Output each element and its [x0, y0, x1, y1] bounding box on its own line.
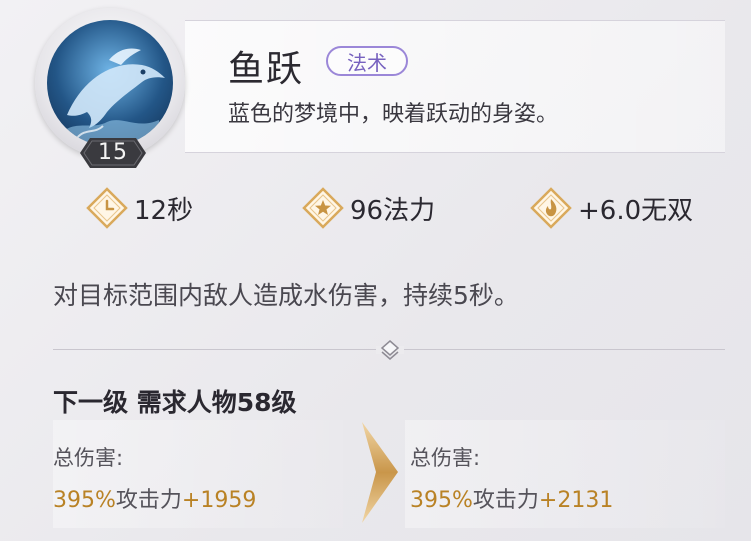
skill-description: 对目标范围内敌人造成水伤害，持续5秒。	[53, 281, 519, 310]
chevron-right-icon	[362, 422, 398, 523]
current-plus: +1959	[181, 488, 257, 513]
next-percent: 395%	[410, 488, 473, 513]
current-damage-label: 总伤害:	[53, 446, 124, 470]
skill-type-tag: 法术	[326, 46, 408, 76]
skill-avatar: 15	[35, 8, 185, 168]
header-top-line	[185, 20, 725, 21]
skill-flavor-text: 蓝色的梦境中，映着跃动的身姿。	[228, 102, 559, 127]
next-plus: +2131	[538, 488, 614, 513]
stat-cooldown-value: 12秒	[134, 195, 194, 226]
star-icon	[302, 187, 344, 229]
current-damage-value: 395%攻击力+1959	[53, 482, 256, 514]
current-percent: 395%	[53, 488, 116, 513]
clock-icon	[86, 187, 128, 229]
next-damage-value: 395%攻击力+2131	[410, 482, 613, 514]
stat-bonus-value: +6.0无双	[578, 195, 694, 226]
stat-mana-value: 96法力	[350, 195, 436, 226]
skill-tooltip-panel: 15 鱼跃 法术 蓝色的梦境中，映着跃动的身姿。 12秒 96法力 +6.0无双…	[0, 0, 751, 541]
diamond-divider-icon	[376, 340, 404, 360]
level-number: 15	[98, 140, 128, 165]
stat-bonus: +6.0无双	[530, 187, 694, 229]
level-badge: 15	[80, 138, 146, 168]
next-damage-label: 总伤害:	[410, 446, 481, 470]
dolphin-icon	[47, 20, 173, 146]
current-attack-label: 攻击力	[115, 488, 182, 513]
next-attack-label: 攻击力	[472, 488, 539, 513]
header-bottom-line	[185, 152, 725, 153]
stat-mana: 96法力	[302, 187, 436, 229]
stat-cooldown: 12秒	[86, 187, 194, 229]
flame-icon	[530, 187, 572, 229]
next-level-requirement: 下一级 需求人物58级	[53, 388, 297, 417]
skill-name: 鱼跃	[228, 49, 305, 90]
